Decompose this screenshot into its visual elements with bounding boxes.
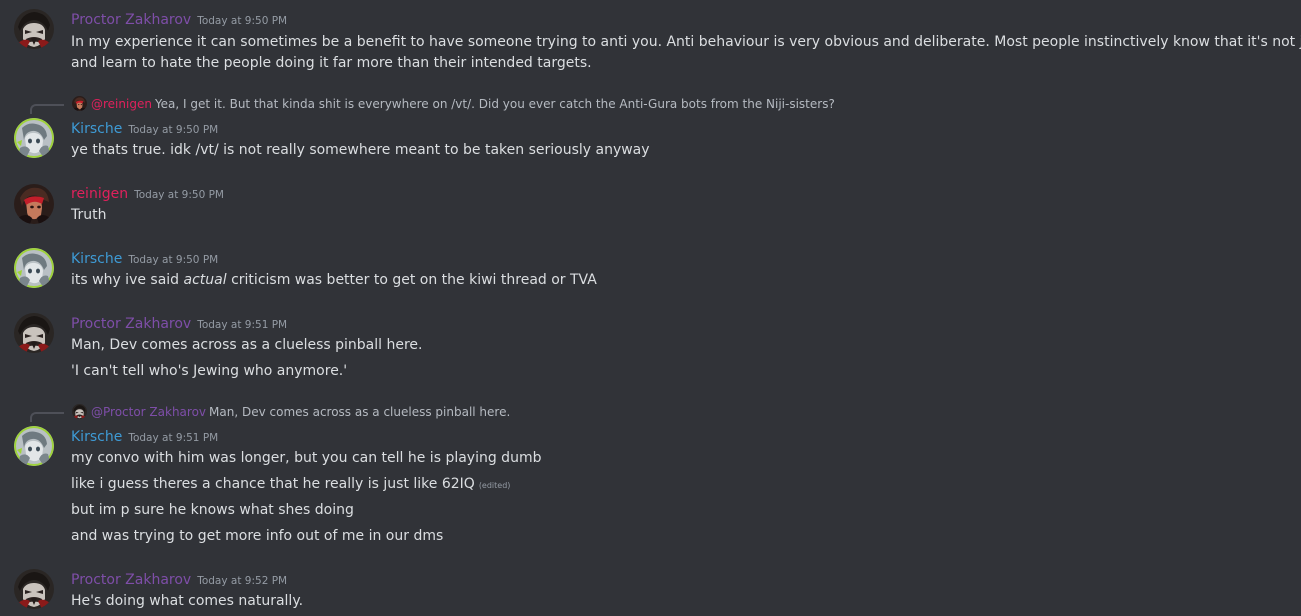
- emphasis-text: actual: [183, 272, 227, 288]
- author-name[interactable]: Proctor Zakharov: [71, 316, 191, 332]
- timestamp: Today at 9:50 PM: [128, 124, 219, 136]
- timestamp: Today at 9:50 PM: [128, 254, 219, 266]
- message-line: Man, Dev comes across as a clueless pinb…: [71, 337, 423, 353]
- message-line: He's doing what comes naturally.: [71, 593, 304, 609]
- reinigen-mini-avatar-icon: [72, 96, 87, 111]
- kirsche-avatar-icon[interactable]: [14, 118, 54, 158]
- reinigen-avatar-icon[interactable]: [14, 184, 54, 224]
- message-line: and was trying to get more info out of m…: [71, 528, 444, 544]
- message-line: like i guess theres a chance that he rea…: [71, 473, 1299, 497]
- message-line: my convo with him was longer, but you ca…: [71, 450, 542, 466]
- timestamp: Today at 9:51 PM: [128, 432, 219, 444]
- reply-content: Yea, I get it. But that kinda shit is ev…: [154, 97, 835, 111]
- message-header: Proctor Zakharov Today at 9:51 PM: [71, 313, 287, 333]
- timestamp: Today at 9:50 PM: [197, 15, 288, 27]
- proctor-avatar-icon[interactable]: [14, 313, 54, 353]
- reply-mention[interactable]: @reinigen: [91, 97, 152, 111]
- proctor-avatar-icon[interactable]: [14, 9, 54, 49]
- message-line: ye thats true. idk /vt/ is not really so…: [71, 142, 650, 158]
- author-name[interactable]: Proctor Zakharov: [71, 572, 191, 588]
- reply-text: @reinigen Yea, I get it. But that kinda s…: [91, 95, 835, 113]
- proctor-avatar-icon[interactable]: [14, 569, 54, 609]
- message-line: In my experience it can sometimes be a b…: [71, 34, 1301, 50]
- reply-spine: [30, 412, 64, 422]
- message-header: Kirsche Today at 9:50 PM: [71, 118, 218, 138]
- text-segment: its why ive said: [71, 272, 184, 288]
- text-segment: like i guess theres a chance that he rea…: [71, 476, 475, 492]
- kirsche-avatar-icon[interactable]: [14, 426, 54, 466]
- timestamp: Today at 9:52 PM: [197, 575, 288, 587]
- message-header: reinigen Today at 9:50 PM: [71, 183, 224, 203]
- author-name[interactable]: Kirsche: [71, 429, 122, 445]
- message-line: and learn to hate the people doing it fa…: [71, 55, 592, 71]
- message-header: Proctor Zakharov Today at 9:52 PM: [71, 569, 287, 589]
- reply-mention[interactable]: @Proctor Zakharov: [91, 405, 206, 419]
- reply-text: @Proctor Zakharov Man, Dev comes across a…: [91, 403, 510, 421]
- author-name[interactable]: Kirsche: [71, 121, 122, 137]
- author-name[interactable]: reinigen: [71, 186, 128, 202]
- message-header: Proctor Zakharov Today at 9:50 PM: [71, 9, 287, 29]
- text-segment: criticism was better to get on the kiwi …: [226, 272, 597, 288]
- message-line: but im p sure he knows what shes doing: [71, 502, 354, 518]
- message-header: Kirsche Today at 9:51 PM: [71, 426, 218, 446]
- edited-label: (edited): [478, 481, 511, 490]
- timestamp: Today at 9:50 PM: [134, 189, 224, 201]
- author-name[interactable]: Proctor Zakharov: [71, 12, 191, 28]
- reply-spine: [30, 104, 64, 114]
- kirsche-avatar-icon[interactable]: [14, 248, 54, 288]
- message-line: its why ive said actual criticism was be…: [71, 269, 1299, 291]
- message-line: Truth: [71, 207, 107, 223]
- author-name[interactable]: Kirsche: [71, 251, 122, 267]
- message-line: 'I can't tell who's Jewing who anymore.': [71, 363, 348, 379]
- reply-content: Man, Dev comes across as a clueless pinb…: [209, 405, 511, 419]
- message-header: Kirsche Today at 9:50 PM: [71, 248, 218, 268]
- proctor-mini-avatar-icon: [72, 404, 87, 419]
- timestamp: Today at 9:51 PM: [197, 319, 288, 331]
